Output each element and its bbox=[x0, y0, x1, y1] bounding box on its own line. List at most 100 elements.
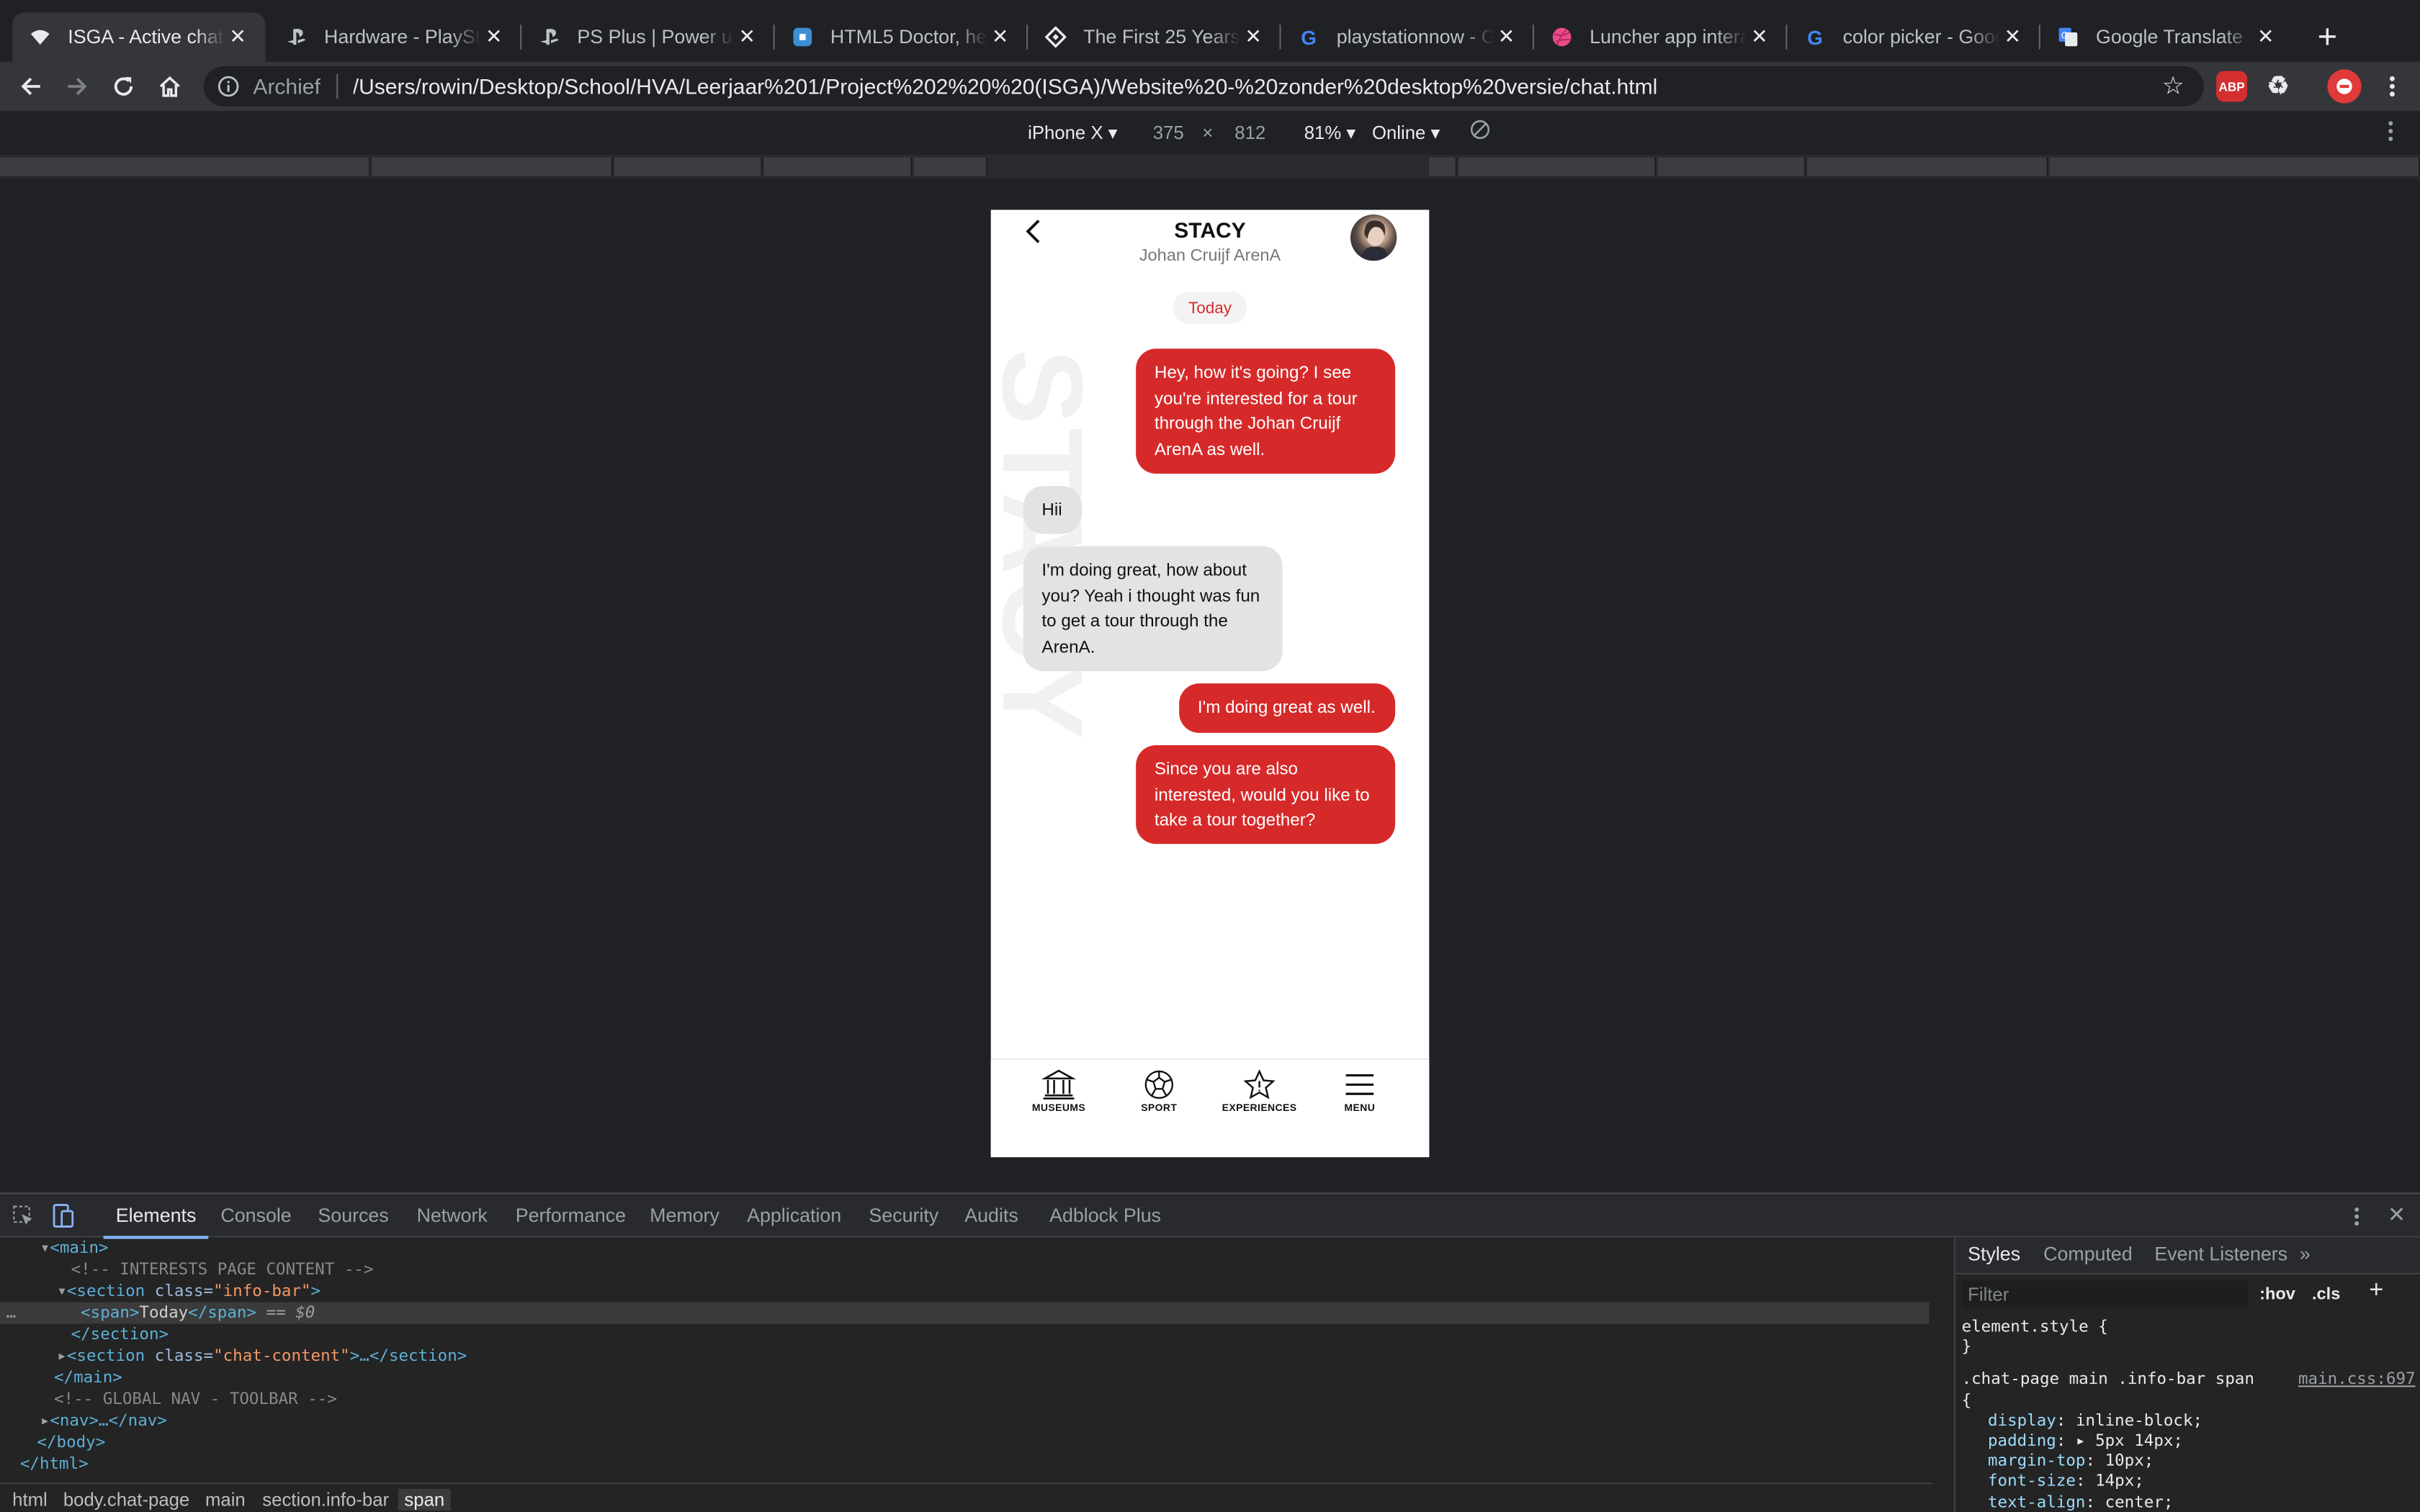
breadcrumb-item-current[interactable]: span bbox=[398, 1488, 451, 1511]
extension-recycle-icon[interactable]: ♻ bbox=[2262, 71, 2293, 102]
browser-tab[interactable]: HTML5 Doctor, helping ✕ bbox=[775, 12, 1028, 62]
devtools-menu-icon[interactable] bbox=[2354, 1207, 2360, 1235]
tab-audits[interactable]: Audits bbox=[964, 1205, 1018, 1227]
element-style-rule[interactable]: element.style { bbox=[1962, 1318, 2416, 1338]
browser-menu-icon[interactable] bbox=[2374, 68, 2411, 104]
chat-contact-location: Johan Cruijf ArenA bbox=[1139, 246, 1281, 266]
rule-selector[interactable]: .chat-page main .info-bar span bbox=[1962, 1371, 2254, 1391]
close-tab-icon[interactable]: ✕ bbox=[987, 24, 1012, 49]
declaration[interactable]: margin-top: 10px; bbox=[1962, 1452, 2416, 1472]
more-tabs-icon[interactable]: » bbox=[2300, 1243, 2311, 1265]
tab-styles[interactable]: Styles bbox=[1968, 1243, 2020, 1265]
browser-tab[interactable]: G Google Translate ✕ bbox=[2040, 12, 2293, 62]
browser-tab[interactable]: G color picker - Google ✕ bbox=[1787, 12, 2040, 62]
declaration[interactable]: text-align: center; bbox=[1962, 1493, 2416, 1512]
tab-performance[interactable]: Performance bbox=[516, 1205, 626, 1227]
breadcrumb-item[interactable]: body.chat-page bbox=[63, 1489, 189, 1511]
profile-avatar[interactable] bbox=[2327, 69, 2362, 104]
styles-filter-input[interactable]: Filter bbox=[1961, 1280, 2249, 1309]
tab-title: playstationnow - Google bbox=[1336, 26, 1494, 48]
close-tab-icon[interactable]: ✕ bbox=[2000, 24, 2025, 49]
browser-tab[interactable]: PS Plus | Power up your ✕ bbox=[521, 12, 774, 62]
tab-title: HTML5 Doctor, helping bbox=[830, 26, 988, 48]
network-throttle-select[interactable]: Online ▾ bbox=[1372, 122, 1440, 143]
dom-node[interactable]: </section> bbox=[0, 1324, 1930, 1346]
nav-item-sport[interactable]: SPORT bbox=[1113, 1069, 1206, 1114]
close-tab-icon[interactable]: ✕ bbox=[1494, 24, 1518, 49]
browser-tab[interactable]: Luncher app interaction ✕ bbox=[1534, 12, 1787, 62]
tab-event-listeners[interactable]: Event Listeners bbox=[2154, 1243, 2287, 1265]
url-text[interactable]: /Users/rowin/Desktop/School/HVA/Leerjaar… bbox=[353, 74, 2158, 99]
styles-tabbar: Styles Computed Event Listeners » bbox=[1955, 1237, 2420, 1274]
browser-tab[interactable]: Hardware - PlayStation ✕ bbox=[269, 12, 521, 62]
close-tab-icon[interactable]: ✕ bbox=[1747, 24, 1772, 49]
dom-node[interactable]: </body> bbox=[0, 1432, 1930, 1454]
dom-comment[interactable]: <!-- INTERESTS PAGE CONTENT --> bbox=[0, 1259, 1930, 1281]
nav-item-museums[interactable]: MUSEUMS bbox=[1013, 1069, 1106, 1114]
inspect-element-icon[interactable] bbox=[12, 1205, 34, 1235]
viewport-width[interactable]: 375 bbox=[1153, 122, 1184, 143]
tab-application[interactable]: Application bbox=[747, 1205, 841, 1227]
close-tab-icon[interactable]: ✕ bbox=[1241, 24, 1265, 49]
close-devtools-icon[interactable]: ✕ bbox=[2388, 1202, 2406, 1228]
declaration[interactable]: font-size: 14px; bbox=[1962, 1472, 2416, 1493]
tab-adblock-plus[interactable]: Adblock Plus bbox=[1049, 1205, 1161, 1227]
close-tab-icon[interactable]: ✕ bbox=[225, 24, 250, 49]
close-tab-icon[interactable]: ✕ bbox=[735, 24, 759, 49]
add-rule-icon[interactable]: + bbox=[2369, 1277, 2383, 1305]
device-mode-icon[interactable] bbox=[51, 1203, 76, 1236]
dribbble-icon bbox=[1549, 24, 1574, 49]
dom-node[interactable]: ▸<nav>…</nav> bbox=[0, 1410, 1930, 1432]
tab-network[interactable]: Network bbox=[417, 1205, 488, 1227]
close-tab-icon[interactable]: ✕ bbox=[482, 24, 506, 49]
dom-node[interactable]: ▾<section class="info-bar"> bbox=[0, 1281, 1930, 1302]
rule-source-link[interactable]: main.css:697 bbox=[2298, 1371, 2416, 1391]
tab-computed[interactable]: Computed bbox=[2043, 1243, 2133, 1265]
reload-icon[interactable] bbox=[105, 68, 142, 104]
back-chevron-icon[interactable] bbox=[1020, 216, 1048, 247]
devtools-panel: Elements Console Sources Network Perform… bbox=[0, 1192, 2420, 1512]
class-toggle[interactable]: .cls bbox=[2312, 1285, 2340, 1304]
declaration[interactable]: padding: ▸ 5px 14px; bbox=[1962, 1432, 2416, 1452]
device-toolbar-menu-icon[interactable] bbox=[2388, 120, 2394, 146]
tab-security[interactable]: Security bbox=[869, 1205, 938, 1227]
dom-node-selected[interactable]: … <span>Today</span> == $0 bbox=[0, 1302, 1930, 1324]
dom-node[interactable]: </main> bbox=[0, 1367, 1930, 1389]
back-arrow-icon[interactable] bbox=[12, 68, 49, 104]
home-icon[interactable] bbox=[151, 68, 188, 104]
address-bar[interactable]: Archief /Users/rowin/Desktop/School/HVA/… bbox=[203, 66, 2204, 107]
dom-node[interactable]: ▾<main> bbox=[0, 1238, 1930, 1259]
dom-node[interactable]: ▸<section class="chat-content">…</sectio… bbox=[0, 1346, 1930, 1367]
viewport-height[interactable]: 812 bbox=[1234, 122, 1265, 143]
nav-item-menu[interactable]: MENU bbox=[1314, 1069, 1407, 1114]
new-tab-icon[interactable]: + bbox=[2309, 17, 2346, 56]
dom-node[interactable]: </html> bbox=[0, 1454, 1930, 1475]
forward-arrow-icon[interactable] bbox=[58, 68, 95, 104]
breadcrumb-item[interactable]: main bbox=[205, 1489, 246, 1511]
zoom-select[interactable]: 81% ▾ bbox=[1304, 122, 1356, 143]
device-select[interactable]: iPhone X ▾ bbox=[1028, 122, 1117, 143]
info-icon[interactable] bbox=[216, 74, 241, 99]
tab-memory[interactable]: Memory bbox=[650, 1205, 720, 1227]
browser-tab[interactable]: G playstationnow - Google ✕ bbox=[1281, 12, 1534, 62]
tab-console[interactable]: Console bbox=[220, 1205, 291, 1227]
chat-contact-name: STACY bbox=[1174, 217, 1246, 243]
tab-elements[interactable]: Elements bbox=[103, 1205, 209, 1239]
adblock-plus-icon[interactable]: ABP bbox=[2216, 71, 2247, 102]
hover-state-toggle[interactable]: :hov bbox=[2259, 1285, 2295, 1304]
breadcrumb-item[interactable]: html bbox=[12, 1489, 48, 1511]
day-separator-badge: Today bbox=[1173, 292, 1247, 324]
rotate-icon[interactable] bbox=[1469, 119, 1491, 145]
tab-sources[interactable]: Sources bbox=[318, 1205, 388, 1227]
declaration[interactable]: display: inline-block; bbox=[1962, 1411, 2416, 1431]
nav-item-experiences[interactable]: EXPERIENCES bbox=[1213, 1069, 1306, 1114]
contact-avatar[interactable] bbox=[1350, 214, 1397, 261]
close-tab-icon[interactable]: ✕ bbox=[2254, 24, 2278, 49]
tab-strip: ISGA - Active chat (Sim ✕ Hardware - Pla… bbox=[0, 0, 2420, 65]
browser-tab[interactable]: The First 25 Years - ( ✕ bbox=[1028, 12, 1281, 62]
bookmark-star-icon[interactable]: ☆ bbox=[2158, 71, 2189, 102]
browser-toolbar: Archief /Users/rowin/Desktop/School/HVA/… bbox=[0, 61, 2420, 112]
breadcrumb-item[interactable]: section.info-bar bbox=[262, 1489, 389, 1511]
dom-comment[interactable]: <!-- GLOBAL NAV - TOOLBAR --> bbox=[0, 1389, 1930, 1410]
browser-tab-active[interactable]: ISGA - Active chat (Sim ✕ bbox=[12, 12, 266, 62]
